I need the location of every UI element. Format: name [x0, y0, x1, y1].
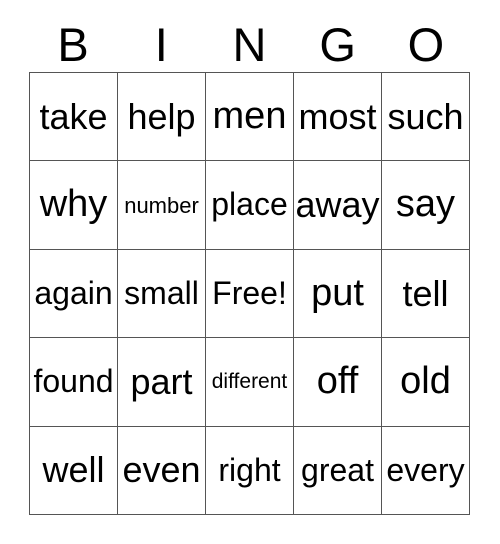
bingo-cell-label: even	[122, 449, 201, 491]
bingo-cell-label: every	[386, 451, 465, 488]
bingo-cell-r1c5[interactable]: such	[382, 73, 470, 162]
bingo-cell-r2c1[interactable]: why	[30, 161, 118, 250]
bingo-grid: take help men most such why number place…	[29, 72, 470, 515]
bingo-cell-label: found	[33, 363, 114, 400]
bingo-header-row: B I N G O	[29, 16, 470, 72]
bingo-free-space-label: Free!	[212, 274, 287, 311]
bingo-cell-r2c5[interactable]: say	[382, 161, 470, 250]
bingo-cell-label: great	[301, 451, 374, 488]
header-letter-g: G	[319, 17, 356, 71]
bingo-cell-label: well	[42, 449, 105, 491]
bingo-cell-free-space[interactable]: Free!	[206, 249, 294, 339]
bingo-cell-label: such	[387, 95, 464, 137]
header-letter-n: N	[232, 17, 267, 71]
bingo-cell-label: different	[211, 369, 288, 393]
bingo-cell-label: why	[39, 183, 108, 226]
bingo-cell-label: away	[295, 184, 380, 226]
bingo-cell-r3c1[interactable]: again	[30, 249, 118, 339]
bingo-cell-r3c2[interactable]: small	[118, 249, 206, 339]
header-letter-o: O	[407, 17, 445, 71]
bingo-cell-r5c2[interactable]: even	[118, 426, 206, 515]
bingo-cell-r4c4[interactable]: off	[294, 338, 382, 427]
bingo-cell-r5c1[interactable]: well	[30, 426, 118, 515]
bingo-cell-label: off	[316, 359, 359, 402]
bingo-cell-r4c1[interactable]: found	[30, 338, 118, 427]
bingo-cell-label: most	[298, 95, 377, 137]
header-letter-i: I	[154, 17, 168, 71]
bingo-cell-label: say	[395, 183, 456, 226]
bingo-cell-label: put	[311, 271, 364, 314]
bingo-cell-label: take	[39, 95, 108, 137]
bingo-cell-r1c2[interactable]: help	[118, 73, 206, 162]
bingo-cell-label: number	[124, 192, 199, 218]
bingo-card: B I N G O take help men most such why nu…	[0, 0, 500, 544]
bingo-cell-r2c3[interactable]: place	[206, 161, 294, 250]
bingo-cell-r4c2[interactable]: part	[118, 338, 206, 427]
bingo-cell-label: help	[127, 95, 196, 137]
bingo-cell-label: right	[218, 451, 281, 488]
bingo-cell-r1c1[interactable]: take	[30, 73, 118, 162]
bingo-cell-label: old	[400, 359, 451, 402]
bingo-cell-label: tell	[402, 272, 449, 314]
bingo-cell-r1c3[interactable]: men	[206, 73, 294, 162]
bingo-cell-r3c5[interactable]: tell	[382, 249, 470, 339]
bingo-cell-r5c4[interactable]: great	[294, 426, 382, 515]
bingo-cell-r2c4[interactable]: away	[294, 161, 382, 250]
header-letter-b: B	[57, 17, 89, 71]
bingo-cell-r5c5[interactable]: every	[382, 426, 470, 515]
bingo-cell-r5c3[interactable]: right	[206, 426, 294, 515]
bingo-cell-label: part	[130, 360, 193, 402]
bingo-cell-label: small	[124, 274, 199, 311]
bingo-cell-r3c4[interactable]: put	[294, 249, 382, 339]
bingo-cell-label: again	[34, 274, 113, 311]
bingo-cell-r2c2[interactable]: number	[118, 161, 206, 250]
bingo-cell-label: men	[212, 94, 287, 137]
bingo-cell-r4c3[interactable]: different	[206, 338, 294, 427]
bingo-cell-r4c5[interactable]: old	[382, 338, 470, 427]
bingo-cell-label: place	[211, 186, 288, 223]
bingo-cell-r1c4[interactable]: most	[294, 73, 382, 162]
